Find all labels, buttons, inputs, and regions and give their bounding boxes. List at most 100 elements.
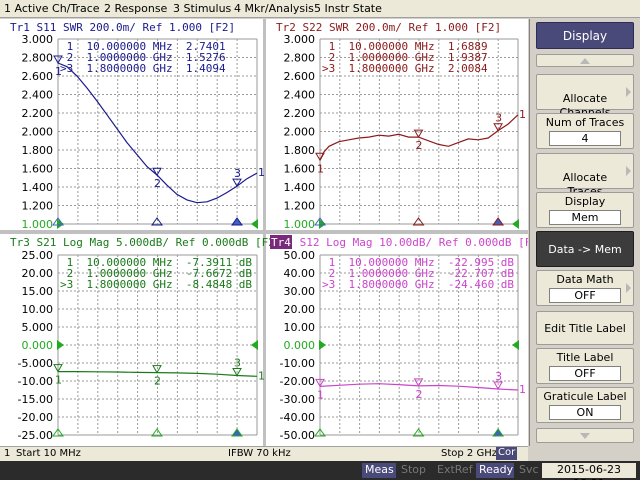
cor-badge: Cor — [496, 447, 518, 460]
softkey-num-of-traces[interactable]: Num of Traces 4 — [536, 113, 634, 149]
channel-number: 1 — [4, 448, 11, 459]
status-extref: ExtRef — [437, 463, 473, 476]
tr2-ytick: 2.800 — [284, 52, 316, 65]
tr2-marker-label-2: 2 — [416, 139, 423, 152]
softkey-data-to-mem[interactable]: Data -> Mem — [536, 231, 634, 267]
tr4-ytick: 20.00 — [284, 303, 316, 316]
status-datetime: 2015-06-23 18:21 — [542, 463, 636, 480]
tr1-ytick: 1.400 — [22, 181, 54, 194]
menu-instr-state[interactable]: 5 Instr State — [314, 2, 382, 15]
tr3-ytick: -5.000 — [18, 357, 53, 370]
tr1-marker-readout-3: >3 1.8000000 GHz 1.4094 — [60, 62, 226, 75]
status-stop: Stop — [401, 463, 427, 476]
stop-frequency[interactable]: Stop 2 GHz — [441, 448, 497, 459]
tr2-ytick: 1.400 — [284, 181, 316, 194]
tr3-ytick: 5.000 — [22, 321, 54, 334]
tr2-ytick: 2.400 — [284, 89, 316, 102]
tr4-ref-marker-left — [319, 340, 326, 350]
tr1-ytick: 2.000 — [22, 126, 54, 139]
tr3-marker-label-2: 2 — [154, 375, 161, 388]
tr3-marker-label-1: 1 — [55, 374, 62, 387]
tr4-ytick: -40.00 — [280, 411, 315, 424]
tr2-trace-end-label: 1 — [519, 108, 526, 121]
softkey-display-mode-label: Display — [564, 195, 606, 208]
tr1-cursor-3 — [231, 217, 243, 226]
softkey-data-math[interactable]: Data Math OFF — [536, 270, 634, 306]
tr2-marker-label-3: 3 — [495, 112, 502, 125]
tr1-ytick: 1.600 — [22, 163, 54, 176]
menu-active-ch-trace[interactable]: 1 Active Ch/Trace — [4, 2, 100, 15]
tr3-ytick: -10.00 — [18, 375, 53, 388]
softkey-title-label[interactable]: Title Label OFF — [536, 348, 634, 384]
softkey-edit-title-label[interactable]: Edit Title Label — [536, 311, 634, 345]
softkey-graticule-label-label: Graticule Label — [543, 390, 627, 403]
softkey-edit-title-label-label: Edit Title Label — [544, 322, 626, 335]
tr3-ytick: 10.00 — [22, 303, 54, 316]
menu-stimulus[interactable]: 3 Stimulus — [173, 2, 231, 15]
softkey-allocate-channels[interactable]: Allocate Channels — [536, 74, 634, 119]
tr3-marker-readout-3: >3 1.8000000 GHz -8.4848 dB — [60, 278, 252, 291]
tr4-marker-label-3: 3 — [495, 370, 502, 383]
tr4-trace-end-label: 1 — [519, 383, 526, 396]
tr2-ytick: 2.000 — [284, 126, 316, 139]
tr3-ytick: 0.000 — [22, 339, 54, 352]
tr2-ref-marker-right — [512, 219, 519, 229]
tr4-ytick: 30.00 — [284, 285, 316, 298]
tr2-ytick: 2.200 — [284, 107, 316, 120]
tr1-trace-end-label: 1 — [258, 166, 265, 179]
tr1-ytick: 2.800 — [22, 52, 54, 65]
scroll-up-icon — [580, 58, 590, 64]
tr2-cursor-3 — [492, 217, 505, 226]
tr4-ytick: 50.00 — [284, 249, 316, 262]
menu-bar: 1 Active Ch/Trace 2 Response 3 Stimulus … — [0, 0, 640, 18]
ifbw[interactable]: IFBW 70 kHz — [228, 448, 291, 459]
tr1-ytick: 1.800 — [22, 144, 54, 157]
title-label-value: OFF — [549, 366, 621, 381]
menu-response[interactable]: 2 Response — [104, 2, 167, 15]
softkey-title-label-label: Title Label — [556, 351, 614, 364]
submenu-arrow-icon — [626, 283, 631, 293]
menu-mkr-analysis[interactable]: 4 Mkr/Analysis — [234, 2, 314, 15]
tr1-ytick: 1.000 — [22, 218, 54, 231]
tr3-ytick: -25.00 — [18, 429, 53, 442]
softkey-panel: Display Allocate Channels Num of Traces … — [529, 19, 640, 446]
tr3-ytick: 15.00 — [22, 285, 54, 298]
status-meas: Meas — [362, 463, 396, 478]
tr1-marker-label-3: 3 — [234, 167, 241, 180]
tr4-ytick: 0.000 — [284, 339, 316, 352]
status-ready: Ready — [476, 463, 514, 478]
tr4-ytick: -30.00 — [280, 393, 315, 406]
tr2-ref-marker-left — [319, 219, 326, 229]
softkey-scroll-up[interactable] — [536, 54, 634, 67]
tr4-marker-label-2: 2 — [416, 388, 423, 401]
start-frequency[interactable]: Start 10 MHz — [16, 448, 81, 459]
tr4-ref-marker-right — [512, 340, 519, 350]
status-svc: Svc — [519, 463, 539, 476]
softkey-graticule-label[interactable]: Graticule Label ON — [536, 387, 634, 423]
softkey-scroll-down[interactable] — [536, 428, 634, 443]
tr1-ytick: 1.200 — [22, 200, 54, 213]
softkey-data-math-label: Data Math — [556, 273, 614, 286]
tr3-ytick: 25.00 — [22, 249, 54, 262]
tr4-pane: Tr4 S12 Log Mag 10.00dB/ Ref 0.000dB [F2… — [270, 235, 528, 442]
tr2-ytick: 2.600 — [284, 70, 316, 83]
tr3-ref-marker-left — [57, 340, 64, 350]
tr3-title: Tr3 S21 Log Mag 5.000dB/ Ref 0.000dB [F2… — [10, 236, 282, 249]
tr2-marker-readout-3: >3 1.8000000 GHz 2.0084 — [322, 62, 488, 75]
instrument-status-bar: Meas Stop ExtRef Ready Svc 2015-06-23 18… — [0, 461, 640, 480]
tr2-ytick: 1.800 — [284, 144, 316, 157]
tr3-pane: Tr3 S21 Log Mag 5.000dB/ Ref 0.000dB [F2… — [10, 236, 282, 442]
scroll-down-icon — [580, 433, 590, 439]
tr4-ytick: -10.00 — [280, 357, 315, 370]
softkey-data-to-mem-label: Data -> Mem — [548, 243, 622, 256]
softkey-display-mode[interactable]: Display Mem — [536, 192, 634, 228]
tr3-ref-marker-right — [251, 340, 258, 350]
softkey-allocate-traces[interactable]: Allocate Traces — [536, 153, 634, 198]
tr2-ytick: 1.000 — [284, 218, 316, 231]
trace-plots: Tr1 S11 SWR 200.0m/ Ref 1.000 [F2]3.0002… — [10, 21, 528, 442]
tr4-cursor-3 — [492, 428, 505, 437]
tr4-marker-label-1: 1 — [317, 388, 324, 401]
submenu-arrow-icon — [626, 166, 631, 176]
tr4-title-tag: Tr4 — [271, 236, 291, 249]
tr4-ytick: -20.00 — [280, 375, 315, 388]
